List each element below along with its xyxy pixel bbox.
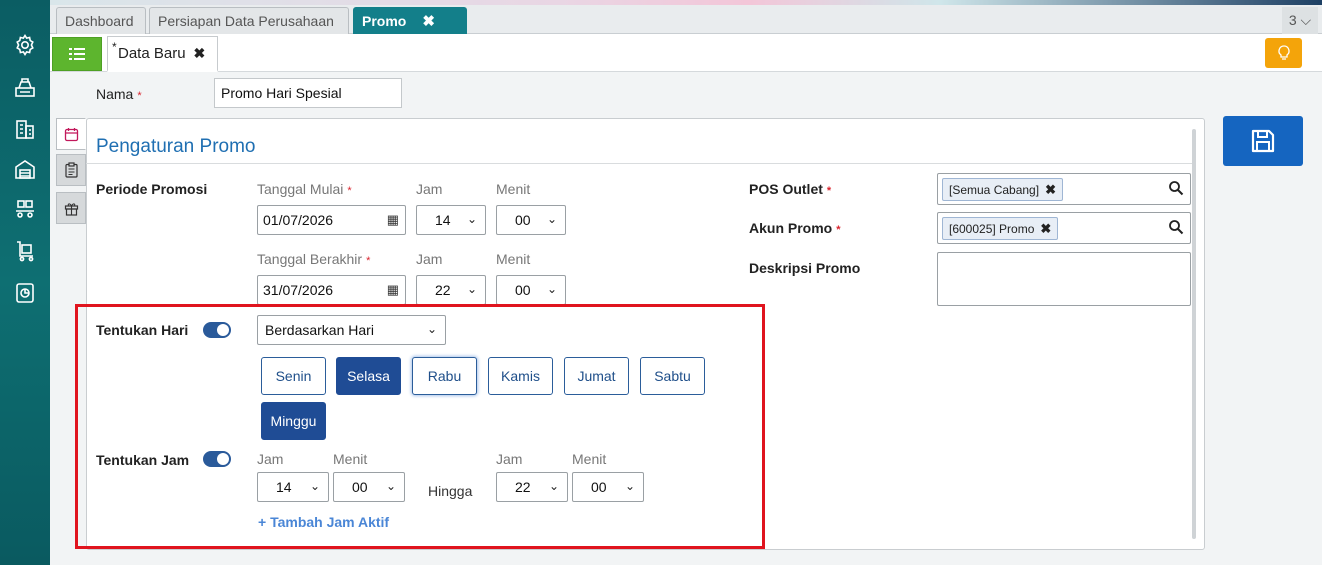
menit-berakhir-select[interactable]: 00 ⌄ bbox=[496, 275, 566, 305]
calendar-picker-icon[interactable]: ▦ bbox=[387, 212, 399, 228]
save-button[interactable] bbox=[1223, 116, 1303, 166]
nama-label-text: Nama bbox=[96, 86, 134, 102]
jam-berakhir-select[interactable]: 22 ⌄ bbox=[416, 275, 486, 305]
panel-title: Pengaturan Promo bbox=[96, 136, 256, 157]
jam-label: Jam bbox=[416, 251, 443, 267]
tanggal-berakhir-label-text: Tanggal Berakhir bbox=[257, 251, 363, 267]
highlight-annotation-box bbox=[75, 304, 765, 549]
unsaved-marker: * bbox=[112, 40, 117, 54]
tab-label: Dashboard bbox=[65, 13, 134, 29]
calendar-picker-icon[interactable]: ▦ bbox=[387, 282, 399, 298]
chevron-down-icon: ⌄ bbox=[466, 282, 477, 296]
deskripsi-promo-textarea[interactable] bbox=[937, 252, 1191, 306]
tab-persiapan-data-perusahaan[interactable]: Persiapan Data Perusahaan bbox=[149, 7, 349, 34]
gift-icon bbox=[64, 202, 78, 216]
search-icon[interactable] bbox=[1168, 219, 1184, 235]
deskripsi-promo-label: Deskripsi Promo bbox=[749, 260, 861, 276]
required-mark: * bbox=[366, 255, 371, 267]
tab-promo[interactable]: Promo ✖ bbox=[353, 7, 467, 34]
doc-tab-data-baru[interactable]: * Data Baru ✖ bbox=[107, 36, 218, 72]
jam-mulai-select[interactable]: 14 ⌄ bbox=[416, 205, 486, 235]
lightbulb-icon bbox=[1277, 45, 1290, 60]
jam-berakhir-value: 22 bbox=[435, 282, 451, 298]
panel-divider bbox=[86, 163, 1192, 164]
pos-outlet-label-text: POS Outlet bbox=[749, 181, 823, 197]
main-tab-bar: Dashboard Persiapan Data Perusahaan Prom… bbox=[50, 5, 1322, 34]
vtab-gift[interactable] bbox=[56, 192, 86, 224]
menit-label: Menit bbox=[496, 181, 531, 197]
hint-lightbulb-button[interactable] bbox=[1265, 38, 1302, 68]
required-mark: * bbox=[347, 185, 352, 197]
tab-count-dropdown[interactable]: 3 ⌵ bbox=[1282, 7, 1318, 34]
menit-berakhir-value: 00 bbox=[515, 282, 531, 298]
settings-gear-icon[interactable] bbox=[12, 32, 38, 58]
document-tab-bar: * Data Baru ✖ bbox=[50, 34, 1322, 72]
tab-dashboard[interactable]: Dashboard bbox=[56, 7, 146, 34]
akun-promo-label: Akun Promo * bbox=[749, 220, 841, 236]
tanggal-berakhir-input[interactable]: 31/07/2026 ▦ bbox=[257, 275, 406, 305]
tanggal-mulai-input[interactable]: 01/07/2026 ▦ bbox=[257, 205, 406, 235]
left-sidebar bbox=[0, 0, 50, 565]
pos-outlet-field[interactable]: [Semua Cabang] ✖ bbox=[937, 173, 1191, 205]
remove-tag-icon[interactable]: ✖ bbox=[1040, 221, 1051, 237]
building-icon[interactable] bbox=[12, 116, 38, 142]
nama-label: Nama * bbox=[96, 86, 142, 102]
selected-tag: [600025] Promo ✖ bbox=[942, 217, 1059, 240]
tanggal-berakhir-value: 31/07/2026 bbox=[263, 282, 334, 298]
nama-input[interactable] bbox=[214, 78, 402, 108]
chevron-down-icon: ⌄ bbox=[466, 212, 477, 226]
list-view-button[interactable] bbox=[52, 37, 102, 71]
menit-mulai-value: 00 bbox=[515, 212, 531, 228]
clipboard-icon bbox=[64, 162, 78, 178]
pos-outlet-label: POS Outlet * bbox=[749, 181, 831, 197]
warehouse-icon[interactable] bbox=[12, 156, 38, 182]
conveyor-icon[interactable] bbox=[12, 196, 38, 222]
close-doc-tab-icon[interactable]: ✖ bbox=[194, 45, 206, 62]
akun-promo-field[interactable]: [600025] Promo ✖ bbox=[937, 212, 1191, 244]
trolley-icon[interactable] bbox=[12, 238, 38, 264]
chevron-down-icon: ⌄ bbox=[546, 212, 557, 226]
required-mark: * bbox=[826, 185, 832, 197]
tag-label: [600025] Promo bbox=[949, 221, 1035, 236]
tanggal-mulai-value: 01/07/2026 bbox=[263, 212, 334, 228]
cash-register-icon[interactable] bbox=[12, 74, 38, 100]
remove-tag-icon[interactable]: ✖ bbox=[1045, 182, 1056, 198]
akun-promo-label-text: Akun Promo bbox=[749, 220, 833, 236]
tanggal-mulai-label-text: Tanggal Mulai bbox=[257, 181, 344, 197]
chevron-down-icon: ⌄ bbox=[546, 282, 557, 296]
tanggal-mulai-label: Tanggal Mulai * bbox=[257, 181, 352, 197]
calendar-icon bbox=[64, 127, 78, 141]
menit-label: Menit bbox=[496, 251, 531, 267]
doc-tab-label: Data Baru bbox=[118, 45, 186, 62]
required-mark: * bbox=[137, 90, 142, 102]
tag-label: [Semua Cabang] bbox=[949, 182, 1040, 197]
tanggal-berakhir-label: Tanggal Berakhir * bbox=[257, 251, 370, 267]
search-icon[interactable] bbox=[1168, 180, 1184, 196]
menit-mulai-select[interactable]: 00 ⌄ bbox=[496, 205, 566, 235]
periode-promosi-label: Periode Promosi bbox=[96, 181, 208, 197]
list-icon bbox=[69, 48, 85, 60]
floppy-disk-icon bbox=[1251, 129, 1275, 153]
close-tab-icon[interactable]: ✖ bbox=[422, 12, 435, 30]
tab-label: Promo bbox=[362, 13, 407, 29]
panel-scrollbar[interactable] bbox=[1192, 129, 1196, 539]
selected-tag: [Semua Cabang] ✖ bbox=[942, 178, 1063, 201]
required-mark: * bbox=[836, 224, 841, 236]
vtab-clipboard[interactable] bbox=[56, 154, 86, 186]
vtab-calendar[interactable] bbox=[56, 118, 86, 150]
jam-label: Jam bbox=[416, 181, 443, 197]
report-chart-icon[interactable] bbox=[12, 280, 38, 306]
tab-label: Persiapan Data Perusahaan bbox=[158, 13, 334, 29]
jam-mulai-value: 14 bbox=[435, 212, 451, 228]
